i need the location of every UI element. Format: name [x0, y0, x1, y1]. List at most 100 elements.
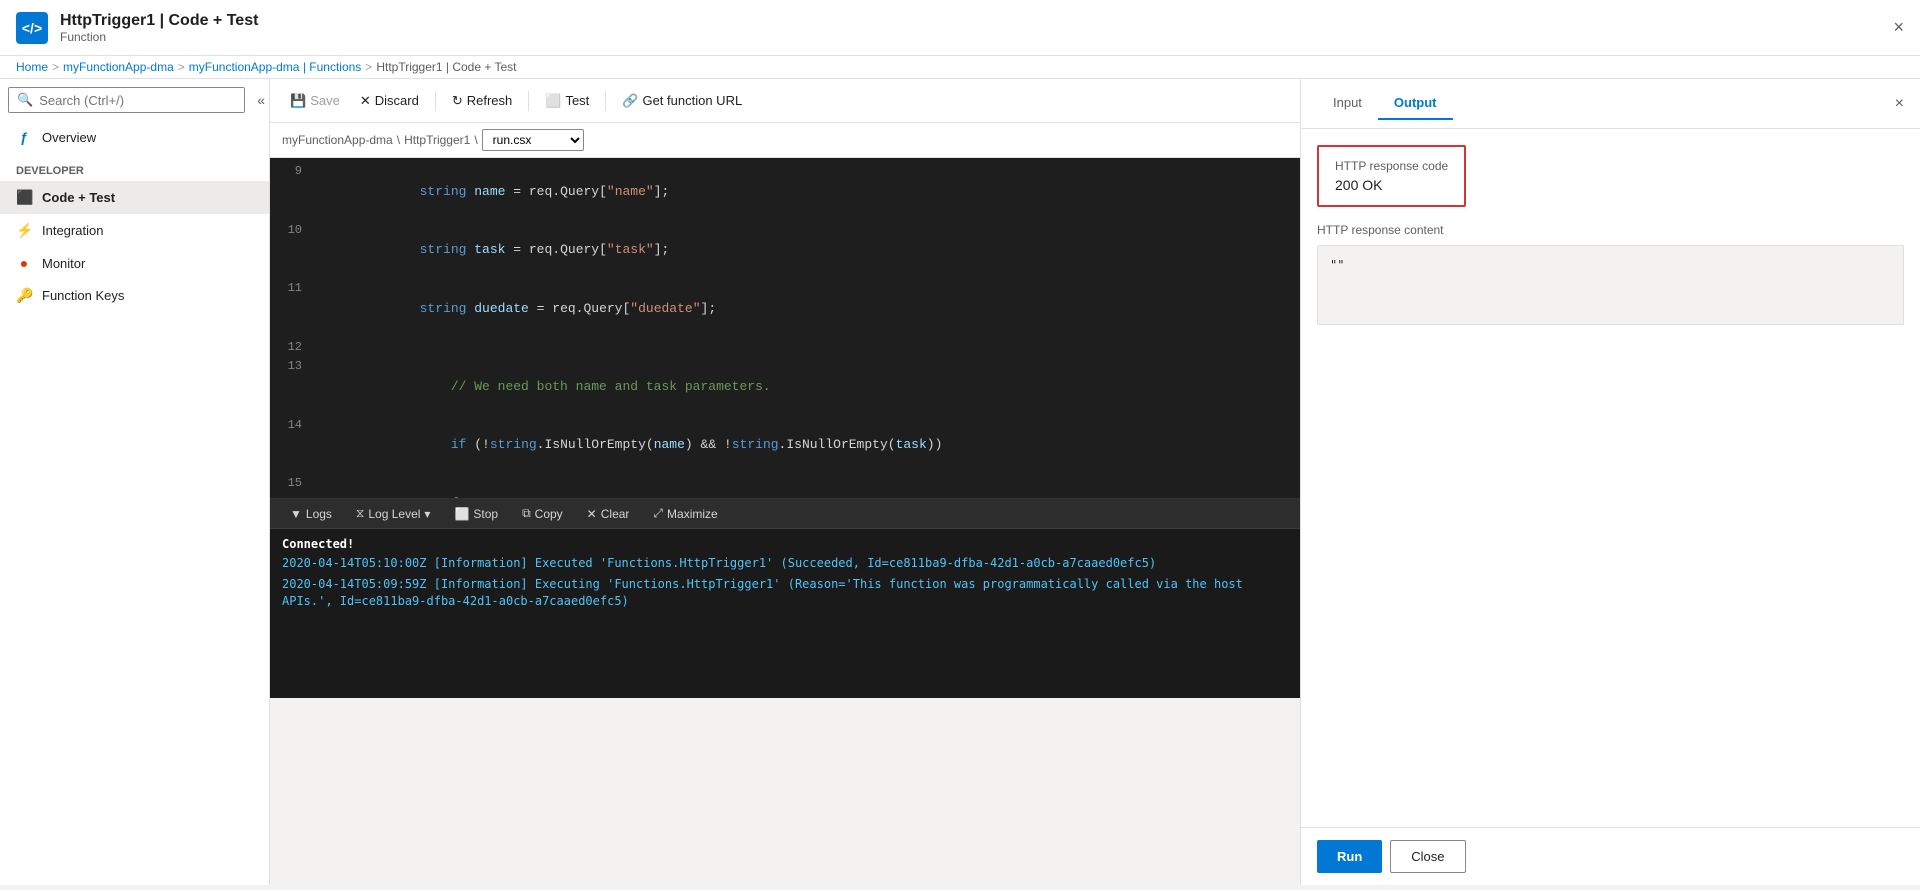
right-panel-footer: Run Close — [1301, 827, 1920, 885]
toolbar: 💾 Save ✕ Discard ↻ Refresh ⬜ Test 🔗 Get … — [270, 79, 1300, 123]
content-area: 💾 Save ✕ Discard ↻ Refresh ⬜ Test 🔗 Get … — [270, 79, 1300, 885]
sidebar-developer-section: Developer — [0, 153, 269, 181]
breadcrumb-functions[interactable]: myFunctionApp-dma | Functions — [189, 60, 362, 74]
log-line-1: 2020-04-14T05:10:00Z [Information] Execu… — [282, 555, 1288, 572]
run-button[interactable]: Run — [1317, 840, 1382, 873]
code-icon: ⬛ — [16, 189, 32, 206]
file-path-bar: myFunctionApp-dma \ HttpTrigger1 \ run.c… — [270, 123, 1300, 158]
code-line: 15 { — [270, 474, 1300, 498]
right-panel-close-button[interactable]: × — [1895, 95, 1904, 113]
toolbar-separator-2 — [528, 91, 529, 111]
save-button[interactable]: 💾 Save — [282, 89, 348, 113]
code-line: 10 string task = req.Query["task"]; — [270, 221, 1300, 280]
function-icon: ƒ — [16, 129, 32, 145]
file-path-app: myFunctionApp-dma — [282, 133, 393, 147]
key-icon: 🔑 — [16, 287, 32, 304]
test-button[interactable]: ⬜ Test — [537, 89, 597, 113]
breadcrumb-home[interactable]: Home — [16, 60, 48, 74]
stop-icon: ⬜ — [454, 507, 469, 521]
app-subtitle: Function — [60, 30, 258, 44]
logs-toggle-button[interactable]: ▼ Logs — [282, 504, 340, 524]
sidebar-item-code-test[interactable]: ⬛ Code + Test — [0, 181, 269, 214]
http-response-code-label: HTTP response code — [1335, 159, 1448, 173]
breadcrumb-sep-3: > — [365, 60, 372, 74]
http-response-content-box: "" — [1317, 245, 1904, 325]
breadcrumb-sep-1: > — [52, 60, 59, 74]
http-response-code-box: HTTP response code 200 OK — [1317, 145, 1466, 207]
file-select[interactable]: run.csx function.json project.json — [482, 129, 584, 151]
file-path-function: HttpTrigger1 — [404, 133, 470, 147]
discard-button[interactable]: ✕ Discard — [352, 89, 427, 113]
sidebar-item-label: Function Keys — [42, 288, 124, 303]
clear-button[interactable]: ✕ Clear — [579, 504, 638, 524]
logs-content: Connected! 2020-04-14T05:10:00Z [Informa… — [270, 529, 1300, 698]
sidebar-item-function-keys[interactable]: 🔑 Function Keys — [0, 279, 269, 312]
file-path-sep-2: \ — [474, 133, 477, 147]
app-icon: </> — [16, 12, 48, 44]
breadcrumb-app[interactable]: myFunctionApp-dma — [63, 60, 174, 74]
breadcrumb: Home > myFunctionApp-dma > myFunctionApp… — [0, 56, 1920, 79]
sidebar-item-label: Code + Test — [42, 190, 115, 205]
toolbar-separator-1 — [435, 91, 436, 111]
file-path-sep-1: \ — [397, 133, 400, 147]
code-panel: myFunctionApp-dma \ HttpTrigger1 \ run.c… — [270, 123, 1300, 885]
get-function-url-button[interactable]: 🔗 Get function URL — [614, 89, 750, 113]
code-line: 14 if (!string.IsNullOrEmpty(name) && !s… — [270, 416, 1300, 475]
link-icon: 🔗 — [622, 93, 638, 109]
refresh-icon: ↻ — [452, 93, 463, 109]
test-icon: ⬜ — [545, 93, 561, 109]
sidebar-item-monitor[interactable]: ● Monitor — [0, 247, 269, 279]
breadcrumb-sep-2: > — [178, 60, 185, 74]
sidebar-search-row: 🔍 « — [0, 79, 269, 121]
sidebar-item-label: Overview — [42, 130, 96, 145]
log-line-2: 2020-04-14T05:09:59Z [Information] Execu… — [282, 576, 1288, 610]
sidebar-item-overview[interactable]: ƒ Overview — [0, 121, 269, 153]
sidebar: 🔍 « ƒ Overview Developer ⬛ Code + Test ⚡… — [0, 79, 270, 885]
code-line: 11 string duedate = req.Query["duedate"]… — [270, 279, 1300, 338]
copy-icon: ⧉ — [522, 506, 531, 521]
breadcrumb-current: HttpTrigger1 | Code + Test — [376, 60, 516, 74]
right-panel: Input Output × HTTP response code 200 OK… — [1300, 79, 1920, 885]
sidebar-item-label: Monitor — [42, 256, 85, 271]
sidebar-collapse-button[interactable]: « — [253, 88, 269, 112]
chevron-down-icon: ▼ — [290, 507, 302, 521]
main-layout: 🔍 « ƒ Overview Developer ⬛ Code + Test ⚡… — [0, 79, 1920, 885]
discard-icon: ✕ — [360, 93, 371, 109]
http-response-code-value: 200 OK — [1335, 177, 1448, 193]
refresh-button[interactable]: ↻ Refresh — [444, 89, 520, 113]
monitor-icon: ● — [16, 255, 32, 271]
maximize-button[interactable]: ⤢ Maximize — [645, 503, 725, 524]
filter-icon: ⧖ — [356, 506, 364, 521]
stop-button[interactable]: ⬜ Stop — [446, 504, 506, 524]
top-title-group: HttpTrigger1 | Code + Test Function — [60, 12, 258, 44]
code-editor[interactable]: 9 string name = req.Query["name"]; 10 st… — [270, 158, 1300, 498]
log-connected: Connected! — [282, 537, 1288, 551]
logs-toolbar: ▼ Logs ⧖ Log Level ▾ ⬜ Stop ⧉ Copy — [270, 499, 1300, 529]
log-level-button[interactable]: ⧖ Log Level ▾ — [348, 503, 439, 524]
close-button[interactable]: Close — [1390, 840, 1465, 873]
search-icon: 🔍 — [17, 92, 33, 108]
maximize-icon: ⤢ — [653, 506, 663, 521]
http-response-content-label: HTTP response content — [1317, 223, 1904, 237]
tab-input[interactable]: Input — [1317, 87, 1378, 120]
copy-button[interactable]: ⧉ Copy — [514, 503, 571, 524]
tab-output[interactable]: Output — [1378, 87, 1453, 120]
logs-panel: ▼ Logs ⧖ Log Level ▾ ⬜ Stop ⧉ Copy — [270, 498, 1300, 698]
clear-icon: ✕ — [587, 507, 597, 521]
app-icon-text: </> — [22, 20, 42, 36]
right-panel-header: Input Output × — [1301, 79, 1920, 129]
app-title: HttpTrigger1 | Code + Test — [60, 12, 258, 30]
chevron-down-icon-2: ▾ — [424, 507, 430, 521]
close-top-button[interactable]: × — [1893, 17, 1904, 38]
code-line: 9 string name = req.Query["name"]; — [270, 162, 1300, 221]
sidebar-search-box[interactable]: 🔍 — [8, 87, 245, 113]
integration-icon: ⚡ — [16, 222, 32, 239]
code-line: 13 // We need both name and task paramet… — [270, 357, 1300, 416]
search-input[interactable] — [39, 93, 236, 108]
code-line: 12 — [270, 338, 1300, 358]
sidebar-item-integration[interactable]: ⚡ Integration — [0, 214, 269, 247]
toolbar-separator-3 — [605, 91, 606, 111]
right-panel-content: HTTP response code 200 OK HTTP response … — [1301, 129, 1920, 827]
top-bar: </> HttpTrigger1 | Code + Test Function … — [0, 0, 1920, 56]
sidebar-item-label: Integration — [42, 223, 103, 238]
